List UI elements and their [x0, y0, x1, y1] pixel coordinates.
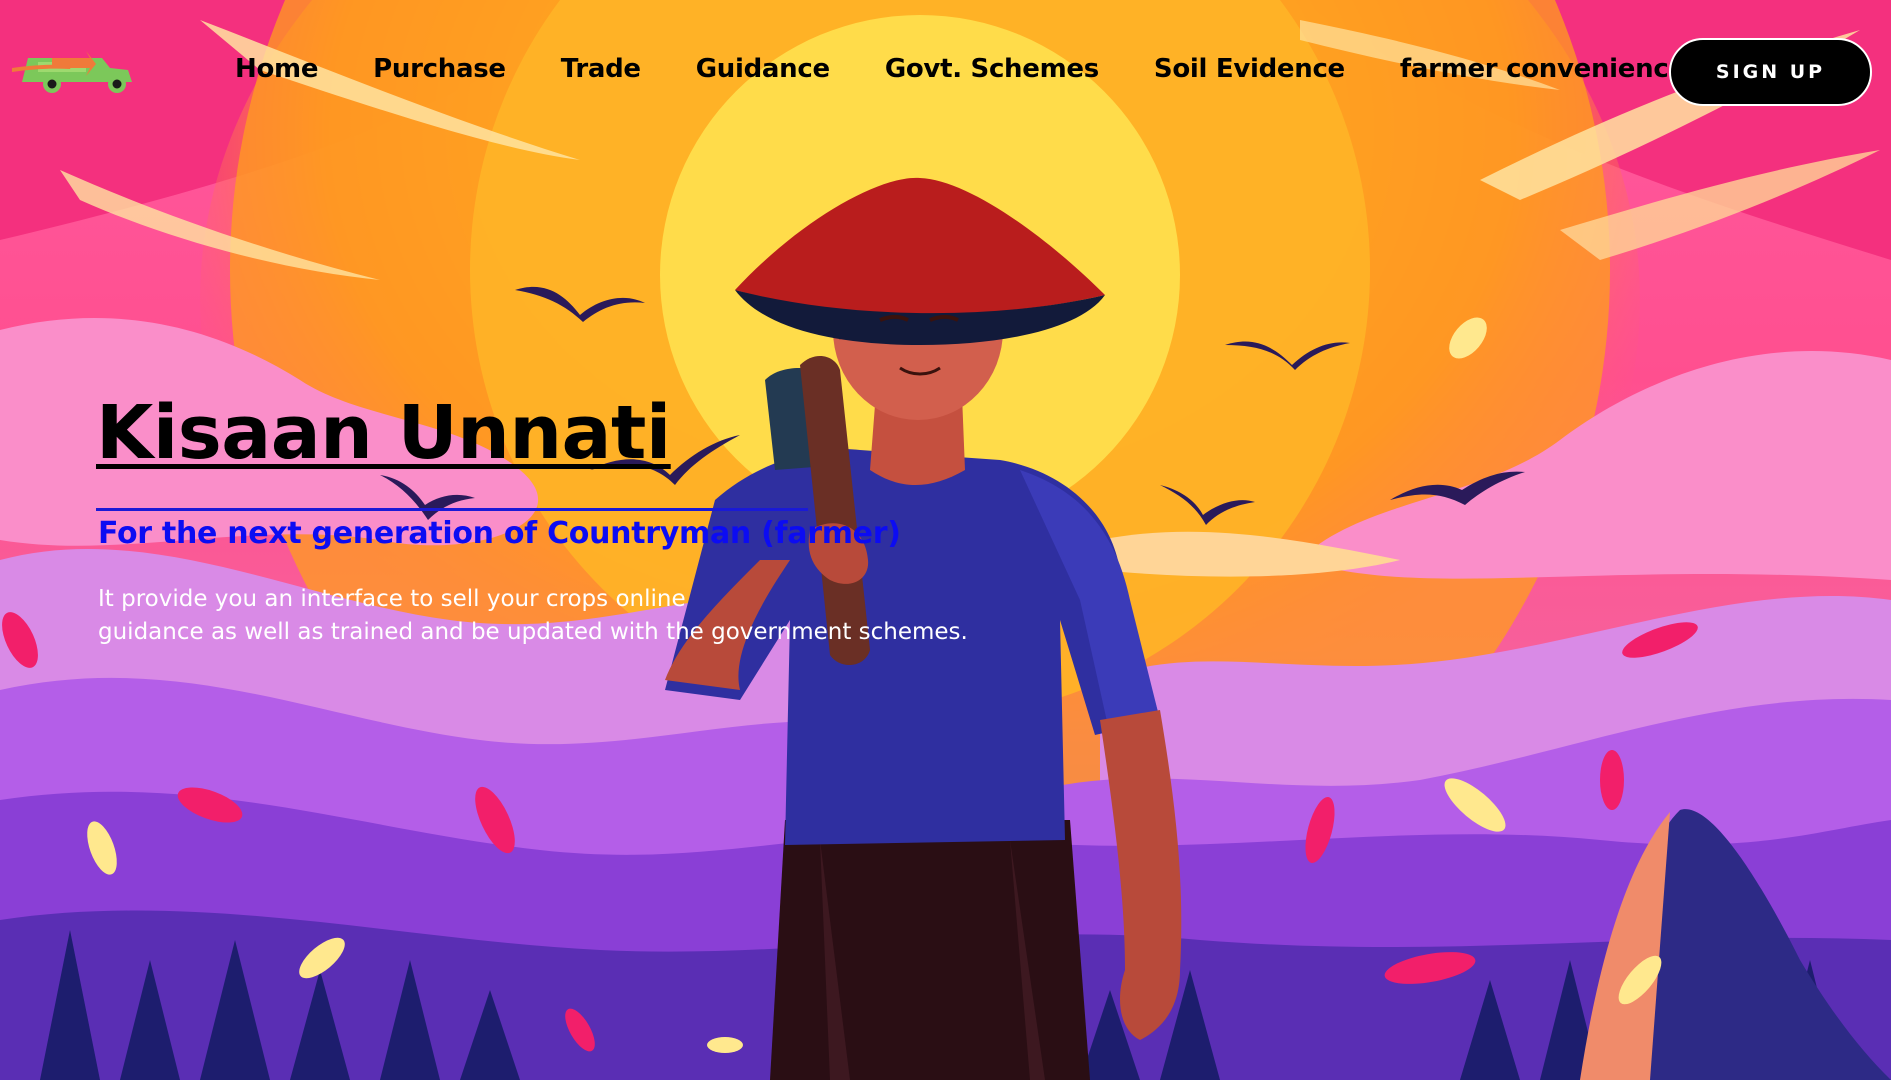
title-divider: [96, 508, 808, 511]
top-navigation: Home Purchase Trade Guidance Govt. Schem…: [0, 0, 1891, 150]
nav-item-govt-schemes[interactable]: Govt. Schemes: [885, 54, 1099, 84]
hero-subtitle: For the next generation of Countryman (f…: [98, 516, 901, 551]
signup-button[interactable]: SIGN UP: [1669, 38, 1872, 106]
hero-description-line-1: It provide you an interface to sell your…: [98, 586, 686, 612]
nav-item-trade[interactable]: Trade: [561, 54, 641, 84]
hero-description-line-2: guidance as well as trained and be updat…: [98, 619, 968, 645]
nav-item-purchase[interactable]: Purchase: [373, 54, 506, 84]
main-menu: Home Purchase Trade Guidance Govt. Schem…: [235, 54, 1686, 84]
truck-logo-icon[interactable]: [12, 38, 136, 96]
hero-title: Kisaan Unnati: [96, 390, 671, 476]
nav-item-guidance[interactable]: Guidance: [696, 54, 830, 84]
nav-item-farmer-convenience[interactable]: farmer convenience: [1400, 54, 1686, 84]
hero-description: It provide you an interface to sell your…: [98, 583, 968, 649]
nav-item-home[interactable]: Home: [235, 54, 318, 84]
nav-item-soil-evidence[interactable]: Soil Evidence: [1154, 54, 1345, 84]
